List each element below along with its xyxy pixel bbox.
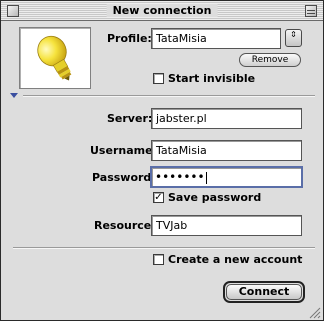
create-account-label: Create a new account bbox=[168, 253, 303, 266]
collapse-box[interactable] bbox=[305, 5, 317, 17]
profile-field[interactable]: TataMisia bbox=[151, 28, 281, 49]
username-label: Username: bbox=[90, 144, 157, 157]
create-account-checkbox[interactable] bbox=[153, 254, 164, 265]
start-invisible-checkbox[interactable] bbox=[153, 73, 164, 84]
start-invisible-label: Start invisible bbox=[168, 72, 256, 85]
profile-label: Profile: bbox=[107, 32, 152, 45]
password-value: ••••••• bbox=[155, 170, 205, 184]
remove-button[interactable]: Remove bbox=[239, 53, 301, 67]
profile-popup-button[interactable]: ⇕ bbox=[285, 29, 302, 47]
resize-grip-icon[interactable] bbox=[307, 305, 321, 319]
save-password-label: Save password bbox=[168, 191, 262, 204]
disclosure-triangle-icon[interactable] bbox=[10, 93, 18, 98]
resource-label: Resource: bbox=[94, 219, 156, 232]
profile-icon-well bbox=[19, 27, 91, 89]
username-field[interactable]: TataMisia bbox=[151, 140, 302, 161]
connect-button[interactable]: Connect bbox=[223, 281, 305, 303]
password-label: Password: bbox=[92, 171, 156, 184]
new-connection-window: New connection Profile: TataMisia ⇕ Remo… bbox=[0, 0, 324, 321]
window-title: New connection bbox=[106, 4, 218, 17]
password-field[interactable]: ••••••• bbox=[150, 166, 303, 188]
bottom-separator bbox=[13, 247, 315, 249]
lightbulb-icon bbox=[37, 35, 72, 81]
close-box[interactable] bbox=[7, 5, 19, 17]
server-field[interactable]: jabster.pl bbox=[151, 108, 302, 129]
title-bar[interactable]: New connection bbox=[1, 1, 323, 21]
text-caret bbox=[205, 172, 207, 184]
save-password-checkbox[interactable] bbox=[153, 192, 164, 203]
top-separator bbox=[23, 95, 315, 97]
connect-button-label: Connect bbox=[226, 284, 302, 300]
resource-field[interactable]: TVJab bbox=[151, 215, 302, 236]
server-label: Server: bbox=[107, 112, 153, 125]
up-down-arrows-icon: ⇕ bbox=[290, 30, 297, 39]
